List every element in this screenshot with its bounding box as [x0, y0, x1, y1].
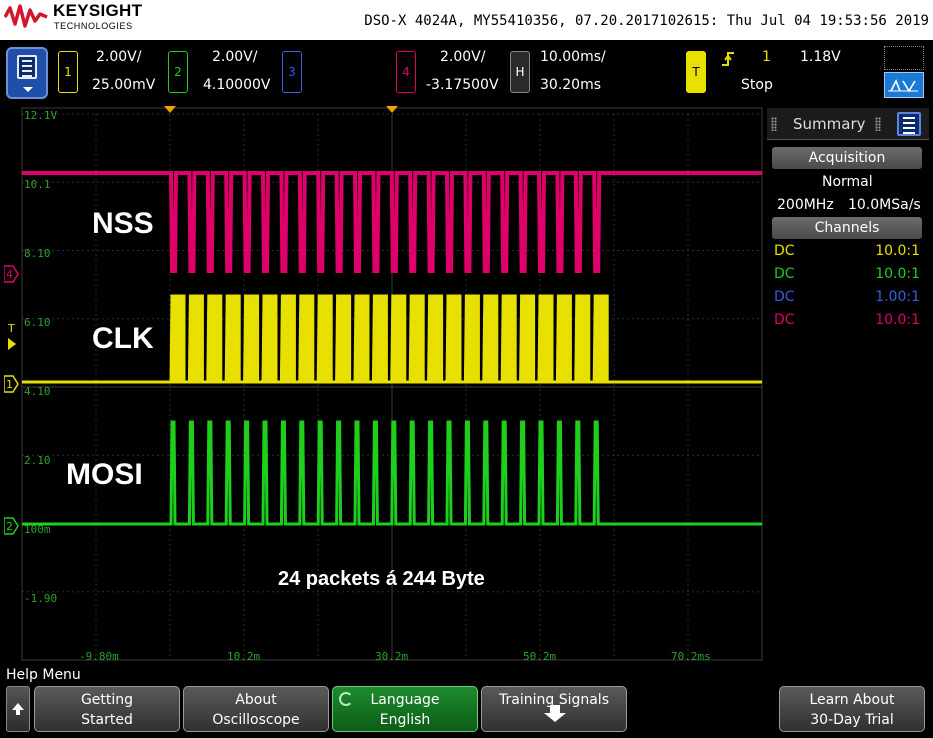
channel-1-number: 1: [64, 65, 72, 79]
y-axis-label: 12.1V: [24, 109, 57, 122]
horizontal-delay[interactable]: 30.20ms: [540, 77, 601, 93]
y-axis-label: -1.90: [24, 592, 57, 605]
probe-row-ch1: DC 10.0:1: [774, 243, 920, 263]
trial-label-1: Learn About: [809, 692, 895, 708]
channel-3-number: 3: [288, 65, 296, 79]
instrument-info: DSO-X 4024A, MY55410356, 07.20.201710261…: [364, 13, 929, 29]
language-value: English: [379, 712, 431, 728]
trigger-level-arrow-icon: [8, 338, 16, 350]
probe-row-ch4: DC 10.0:1: [774, 312, 920, 332]
trigger-source[interactable]: 1: [762, 49, 771, 65]
channel-1-scale[interactable]: 2.00V/: [96, 49, 141, 65]
probe-coupling: DC: [774, 289, 795, 305]
trigger-badge[interactable]: T: [686, 51, 706, 93]
menu-dropdown-icon: [23, 87, 33, 92]
x-axis-label: 10.2m: [227, 650, 260, 662]
probe-ratio: 10.0:1: [875, 312, 920, 328]
main-menu-button[interactable]: [6, 47, 48, 99]
channel-3-badge[interactable]: 3: [282, 51, 302, 93]
y-axis-label: 4.10: [24, 385, 51, 398]
x-axis-label: 50.2m: [523, 650, 556, 662]
language-label: Language: [370, 692, 440, 708]
channel-1-offset[interactable]: 25.00mV: [92, 77, 155, 93]
keysight-logo-icon: [4, 4, 48, 28]
getting-started-label-1: Getting: [80, 692, 134, 708]
panel-grip-icon[interactable]: [771, 117, 777, 131]
x-axis-label: 30.2m: [375, 650, 408, 662]
trigger-position-marker-icon: [386, 106, 398, 113]
mosi-label: MOSI: [66, 458, 143, 491]
autoscale-button[interactable]: [882, 44, 926, 100]
brand-subtitle: TECHNOLOGIES: [54, 21, 133, 31]
channel-4-number: 4: [402, 65, 410, 79]
nss-label: NSS: [92, 207, 154, 240]
channel-2-number: 2: [174, 65, 182, 79]
ch4-ground-marker-icon-label: 4: [6, 268, 13, 281]
acquisition-mode: Normal: [822, 174, 873, 190]
channels-header: Channels: [772, 217, 922, 239]
rising-edge-icon: [722, 52, 734, 66]
about-oscilloscope-button[interactable]: About Oscilloscope: [183, 686, 329, 732]
x-axis-label: -9.80m: [79, 650, 119, 662]
probe-coupling: DC: [774, 312, 795, 328]
run-status: Stop: [741, 77, 773, 93]
y-axis-label: 2.10: [24, 454, 51, 467]
back-button[interactable]: [6, 686, 30, 732]
getting-started-label-2: Started: [81, 712, 133, 728]
probe-ratio: 1.00:1: [875, 289, 920, 305]
training-signals-button[interactable]: Training Signals: [481, 686, 627, 732]
summary-header: Summary: [767, 108, 929, 140]
trigger-label: T: [692, 65, 700, 79]
acquisition-bandwidth: 200MHz: [777, 197, 834, 213]
channel-2-offset[interactable]: 4.10000V: [203, 77, 270, 93]
acquisition-header: Acquisition: [772, 147, 922, 169]
probe-row-ch3: DC 1.00:1: [774, 289, 920, 309]
trial-label-2: 30-Day Trial: [810, 712, 894, 728]
menu-document-icon: [17, 55, 37, 79]
down-arrow-icon: [544, 705, 566, 722]
clk-label: CLK: [92, 322, 154, 355]
about-label-2: Oscilloscope: [212, 712, 300, 728]
autoscale-frame-icon: [884, 46, 924, 70]
channel-2-badge[interactable]: 2: [168, 51, 188, 93]
summary-panel: Summary Acquisition Normal 200MHz 10.0MS…: [767, 108, 929, 662]
about-label-1: About: [235, 692, 277, 708]
y-axis-label: 6.10: [24, 316, 51, 329]
horizontal-timebase[interactable]: 10.00ms/: [540, 49, 606, 65]
channel-1-badge[interactable]: 1: [58, 51, 78, 93]
autoscale-icon: [884, 72, 924, 98]
channel-4-badge[interactable]: 4: [396, 51, 416, 93]
acquisition-sample-rate: 10.0MSa/s: [848, 197, 921, 213]
probe-row-ch2: DC 10.0:1: [774, 266, 920, 286]
packets-annotation: 24 packets á 244 Byte: [278, 568, 485, 590]
channel-4-offset[interactable]: -3.17500V: [426, 77, 499, 93]
summary-title: Summary: [793, 115, 866, 133]
y-axis-label: 8.10: [24, 247, 51, 260]
probe-ratio: 10.0:1: [875, 243, 920, 259]
ch2-ground-marker-icon-label: 2: [6, 520, 13, 533]
knob-select-icon: [339, 692, 353, 706]
probe-ratio: 10.0:1: [875, 266, 920, 282]
channel-4-scale[interactable]: 2.00V/: [440, 49, 485, 65]
help-menu-label: Help Menu: [6, 667, 81, 683]
channel-2-scale[interactable]: 2.00V/: [212, 49, 257, 65]
trigger-level-marker-icon: T: [7, 322, 15, 335]
x-axis-label: 70.2ms: [671, 650, 711, 662]
trigger-position-marker-icon: [164, 106, 176, 113]
y-axis-label: 10.1: [24, 178, 51, 191]
trigger-level[interactable]: 1.18V: [800, 49, 841, 65]
language-button[interactable]: Language English: [332, 686, 478, 732]
getting-started-button[interactable]: Getting Started: [34, 686, 180, 732]
brand-name: KEYSIGHT: [53, 1, 143, 20]
panel-menu-icon[interactable]: [897, 112, 921, 136]
horizontal-label: H: [515, 65, 525, 79]
probe-coupling: DC: [774, 243, 795, 259]
panel-grip-icon[interactable]: [875, 117, 881, 131]
header-bar: KEYSIGHT TECHNOLOGIES DSO-X 4024A, MY554…: [0, 0, 933, 40]
thirty-day-trial-button[interactable]: Learn About 30-Day Trial: [779, 686, 925, 732]
ch1-ground-marker-icon-label: 1: [6, 378, 13, 391]
horizontal-badge[interactable]: H: [510, 51, 530, 93]
probe-coupling: DC: [774, 266, 795, 282]
